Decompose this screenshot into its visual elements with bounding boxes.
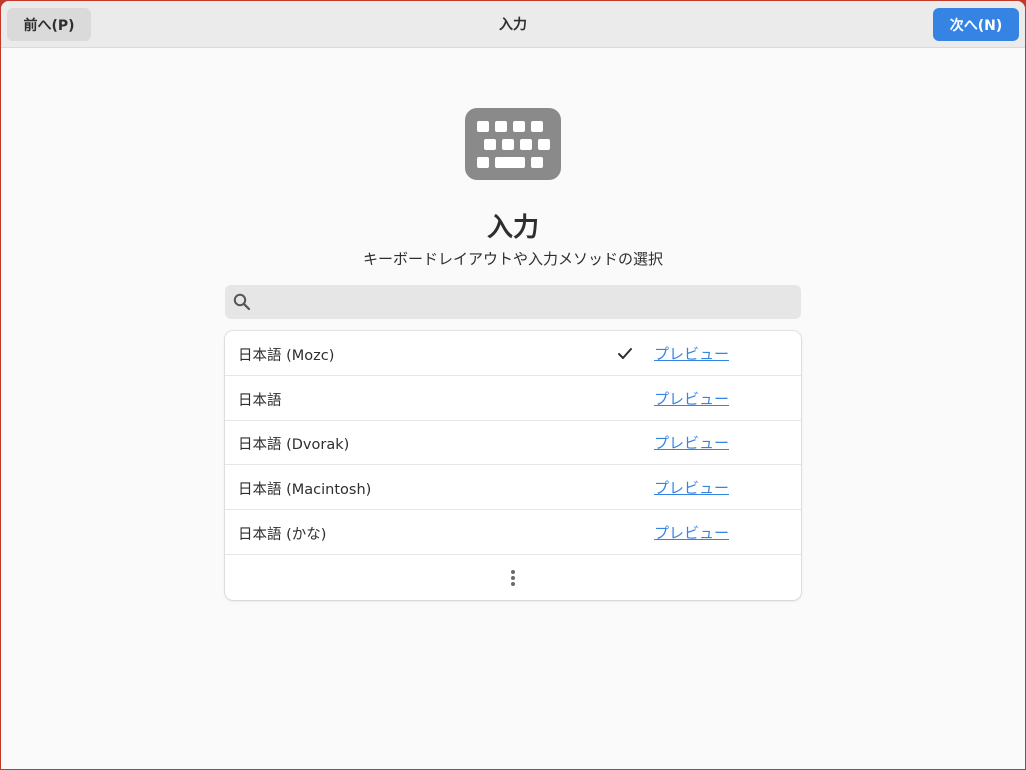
- input-source-list: 日本語 (Mozc) プレビュー 日本語 プレビュー 日本語 (Dvorak) …: [225, 331, 801, 600]
- preview-link[interactable]: プレビュー: [654, 388, 729, 409]
- list-item[interactable]: 日本語 プレビュー: [225, 376, 801, 421]
- preview-link[interactable]: プレビュー: [654, 343, 729, 364]
- input-source-label: 日本語: [238, 393, 282, 409]
- page-title: 入力: [486, 213, 539, 243]
- checkmark-icon: [617, 346, 633, 365]
- header-bar: 前へ(P) 入力 次へ(N): [1, 1, 1025, 48]
- next-button[interactable]: 次へ(N): [933, 8, 1019, 41]
- input-source-label: 日本語 (Macintosh): [238, 482, 372, 498]
- list-item[interactable]: 日本語 (かな) プレビュー: [225, 510, 801, 555]
- preview-link[interactable]: プレビュー: [654, 477, 729, 498]
- search-bar[interactable]: [225, 285, 801, 321]
- list-item[interactable]: 日本語 (Dvorak) プレビュー: [225, 420, 801, 465]
- keyboard-icon: [465, 108, 561, 184]
- input-source-label: 日本語 (かな): [238, 527, 327, 543]
- search-input[interactable]: [259, 285, 793, 321]
- page-subtitle: キーボードレイアウトや入力メソッドの選択: [362, 250, 663, 268]
- setup-window: 前へ(P) 入力 次へ(N) 入力 キーボードレイアウトや入力メソッドの選択 日…: [1, 1, 1025, 769]
- show-more-button[interactable]: [225, 555, 801, 600]
- input-source-label: 日本語 (Dvorak): [238, 437, 350, 453]
- header-title: 入力: [499, 17, 527, 33]
- preview-link[interactable]: プレビュー: [654, 432, 729, 453]
- list-item[interactable]: 日本語 (Mozc) プレビュー: [225, 331, 801, 376]
- search-icon: [233, 293, 251, 315]
- preview-link[interactable]: プレビュー: [654, 522, 729, 543]
- input-source-label: 日本語 (Mozc): [238, 348, 335, 364]
- list-item[interactable]: 日本語 (Macintosh) プレビュー: [225, 465, 801, 510]
- more-vertical-icon: [510, 569, 516, 591]
